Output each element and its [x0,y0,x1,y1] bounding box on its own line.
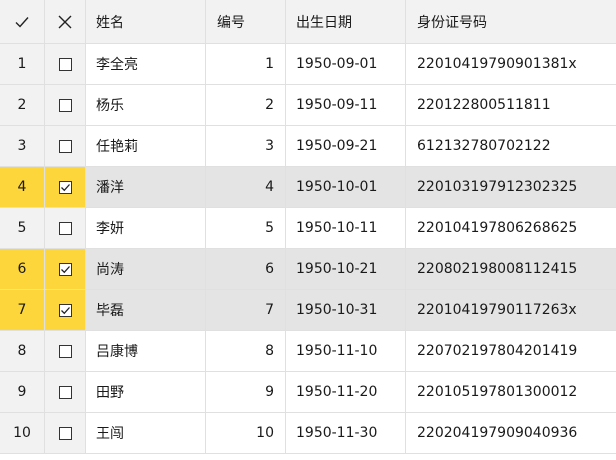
row-checkbox[interactable] [58,344,72,358]
row-index[interactable]: 1 [0,44,45,84]
cell-number[interactable]: 1 [206,44,286,84]
row-checkbox-cell [45,372,86,412]
table-row[interactable]: 2 杨乐 2 1950-09-11 220122800511811 [0,85,616,126]
row-index[interactable]: 9 [0,372,45,412]
row-checkbox[interactable] [58,180,72,194]
cell-number[interactable]: 6 [206,249,286,289]
cell-birth-date[interactable]: 1950-10-31 [286,290,406,330]
cell-birth-date[interactable]: 1950-10-01 [286,167,406,207]
table-row[interactable]: 5 李妍 5 1950-10-11 220104197806268625 [0,208,616,249]
cell-name[interactable]: 李妍 [86,208,206,248]
cell-name[interactable]: 尚涛 [86,249,206,289]
cell-number[interactable]: 10 [206,413,286,453]
row-checkbox[interactable] [58,139,72,153]
column-header-birth-date[interactable]: 出生日期 [286,0,406,43]
cell-name[interactable]: 李全亮 [86,44,206,84]
row-checkbox-cell [45,331,86,371]
table-row[interactable]: 7 毕磊 7 1950-10-31 22010419790117263x [0,290,616,331]
cell-birth-date[interactable]: 1950-11-30 [286,413,406,453]
cell-id-number[interactable]: 220802198008112415 [406,249,616,289]
cell-number[interactable]: 3 [206,126,286,166]
cell-id-number[interactable]: 220122800511811 [406,85,616,125]
cell-id-number[interactable]: 220702197804201419 [406,331,616,371]
grid-body: 1 李全亮 1 1950-09-01 22010419790901381x 2 杨乐 2 195… [0,44,616,454]
table-row[interactable]: 8 吕康博 8 1950-11-10 220702197804201419 [0,331,616,372]
grid-header: 姓名 编号 出生日期 身份证号码 [0,0,616,44]
cell-id-number[interactable]: 22010419790117263x [406,290,616,330]
cell-birth-date[interactable]: 1950-09-01 [286,44,406,84]
row-checkbox-cell [45,44,86,84]
cell-name[interactable]: 杨乐 [86,85,206,125]
cell-birth-date[interactable]: 1950-09-21 [286,126,406,166]
row-checkbox-cell [45,126,86,166]
row-checkbox[interactable] [58,262,72,276]
cell-birth-date[interactable]: 1950-10-11 [286,208,406,248]
row-checkbox-cell [45,290,86,330]
row-index[interactable]: 3 [0,126,45,166]
checkmark-icon [60,183,70,191]
row-checkbox[interactable] [58,385,72,399]
cell-birth-date[interactable]: 1950-09-11 [286,85,406,125]
cell-id-number[interactable]: 220103197912302325 [406,167,616,207]
check-all-button[interactable] [0,0,45,43]
cell-number[interactable]: 8 [206,331,286,371]
cell-id-number[interactable]: 22010419790901381x [406,44,616,84]
cell-birth-date[interactable]: 1950-11-10 [286,331,406,371]
cell-name[interactable]: 毕磊 [86,290,206,330]
cell-name[interactable]: 任艳莉 [86,126,206,166]
row-checkbox-cell [45,167,86,207]
cell-number[interactable]: 2 [206,85,286,125]
row-checkbox[interactable] [58,303,72,317]
column-header-name[interactable]: 姓名 [86,0,206,43]
cell-birth-date[interactable]: 1950-11-20 [286,372,406,412]
cell-id-number[interactable]: 220204197909040936 [406,413,616,453]
cell-name[interactable]: 潘洋 [86,167,206,207]
checkmark-icon [60,265,70,273]
cell-birth-date[interactable]: 1950-10-21 [286,249,406,289]
cell-id-number[interactable]: 220104197806268625 [406,208,616,248]
clear-all-button[interactable] [45,0,86,43]
column-header-number[interactable]: 编号 [206,0,286,43]
row-checkbox[interactable] [58,221,72,235]
table-row[interactable]: 10 王闯 10 1950-11-30 220204197909040936 [0,413,616,454]
row-checkbox-cell [45,249,86,289]
cell-number[interactable]: 5 [206,208,286,248]
row-index[interactable]: 7 [0,290,45,330]
row-checkbox[interactable] [58,426,72,440]
table-row[interactable]: 1 李全亮 1 1950-09-01 22010419790901381x [0,44,616,85]
row-index[interactable]: 4 [0,167,45,207]
close-icon [57,14,73,30]
table-row[interactable]: 6 尚涛 6 1950-10-21 220802198008112415 [0,249,616,290]
cell-id-number[interactable]: 612132780702122 [406,126,616,166]
row-checkbox[interactable] [58,57,72,71]
cell-number[interactable]: 9 [206,372,286,412]
column-header-id-number[interactable]: 身份证号码 [406,0,616,43]
table-row[interactable]: 3 任艳莉 3 1950-09-21 612132780702122 [0,126,616,167]
check-icon [14,14,30,30]
row-index[interactable]: 10 [0,413,45,453]
cell-name[interactable]: 田野 [86,372,206,412]
row-index[interactable]: 5 [0,208,45,248]
row-checkbox-cell [45,85,86,125]
row-checkbox[interactable] [58,98,72,112]
row-index[interactable]: 2 [0,85,45,125]
cell-number[interactable]: 7 [206,290,286,330]
row-checkbox-cell [45,413,86,453]
data-grid: 姓名 编号 出生日期 身份证号码 1 李全亮 1 1950-09-01 22010419… [0,0,616,460]
cell-id-number[interactable]: 220105197801300012 [406,372,616,412]
cell-name[interactable]: 王闯 [86,413,206,453]
cell-number[interactable]: 4 [206,167,286,207]
cell-name[interactable]: 吕康博 [86,331,206,371]
table-row[interactable]: 4 潘洋 4 1950-10-01 220103197912302325 [0,167,616,208]
row-checkbox-cell [45,208,86,248]
checkmark-icon [60,306,70,314]
table-row[interactable]: 9 田野 9 1950-11-20 220105197801300012 [0,372,616,413]
row-index[interactable]: 6 [0,249,45,289]
row-index[interactable]: 8 [0,331,45,371]
